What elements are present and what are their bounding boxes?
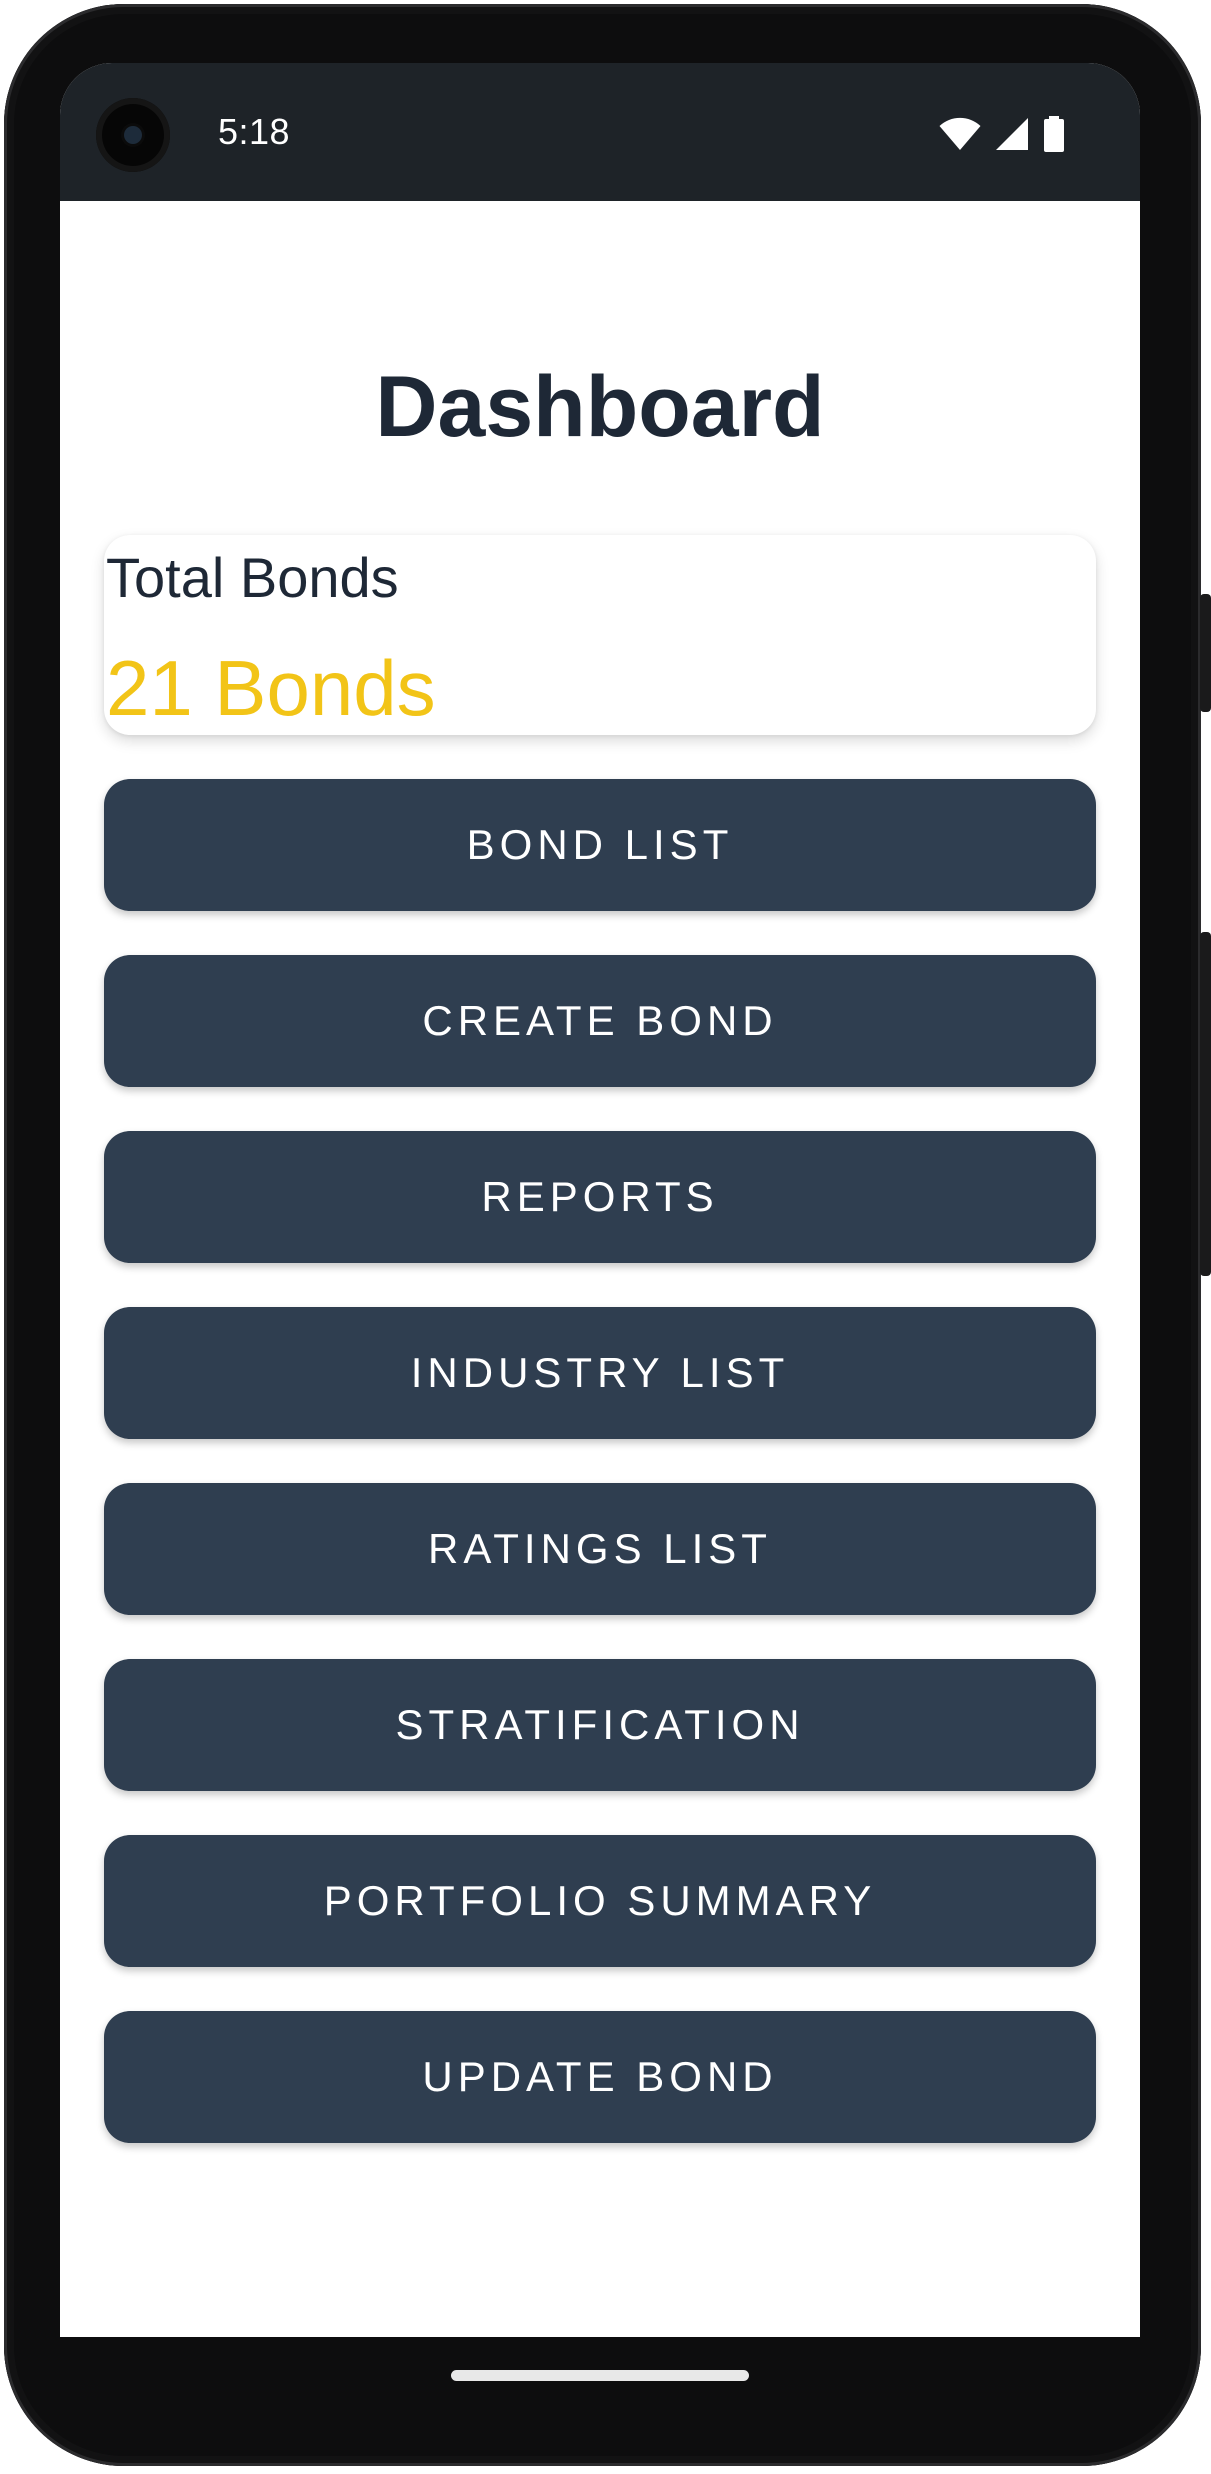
battery-icon — [1043, 116, 1065, 152]
volume-button — [1200, 932, 1211, 1276]
ratings-list-button[interactable]: RATINGS LIST — [104, 1483, 1096, 1615]
status-time: 5:18 — [218, 111, 291, 152]
cellular-signal-icon — [995, 117, 1029, 151]
wifi-icon — [939, 117, 981, 151]
industry-list-button[interactable]: INDUSTRY LIST — [104, 1307, 1096, 1439]
total-bonds-value: 21 Bonds — [106, 644, 436, 732]
power-button — [1200, 594, 1211, 712]
portfolio-summary-button[interactable]: PORTFOLIO SUMMARY — [104, 1835, 1096, 1967]
screen: 5:18 Dashboard Total Bonds 21 Bonds BOND… — [60, 63, 1140, 2337]
dashboard-menu: BOND LIST CREATE BOND REPORTS INDUSTRY L… — [104, 779, 1096, 2187]
update-bond-button[interactable]: UPDATE BOND — [104, 2011, 1096, 2143]
camera-icon — [96, 98, 170, 172]
home-indicator[interactable] — [451, 2370, 749, 2381]
status-icons — [939, 116, 1065, 152]
create-bond-button[interactable]: CREATE BOND — [104, 955, 1096, 1087]
bond-list-button[interactable]: BOND LIST — [104, 779, 1096, 911]
reports-button[interactable]: REPORTS — [104, 1131, 1096, 1263]
status-bar: 5:18 — [60, 63, 1140, 201]
page-title: Dashboard — [375, 359, 825, 455]
device: 5:18 Dashboard Total Bonds 21 Bonds BOND… — [0, 0, 1211, 2474]
total-bonds-card: Total Bonds 21 Bonds — [104, 535, 1096, 735]
total-bonds-label: Total Bonds — [106, 546, 399, 609]
stratification-button[interactable]: STRATIFICATION — [104, 1659, 1096, 1791]
